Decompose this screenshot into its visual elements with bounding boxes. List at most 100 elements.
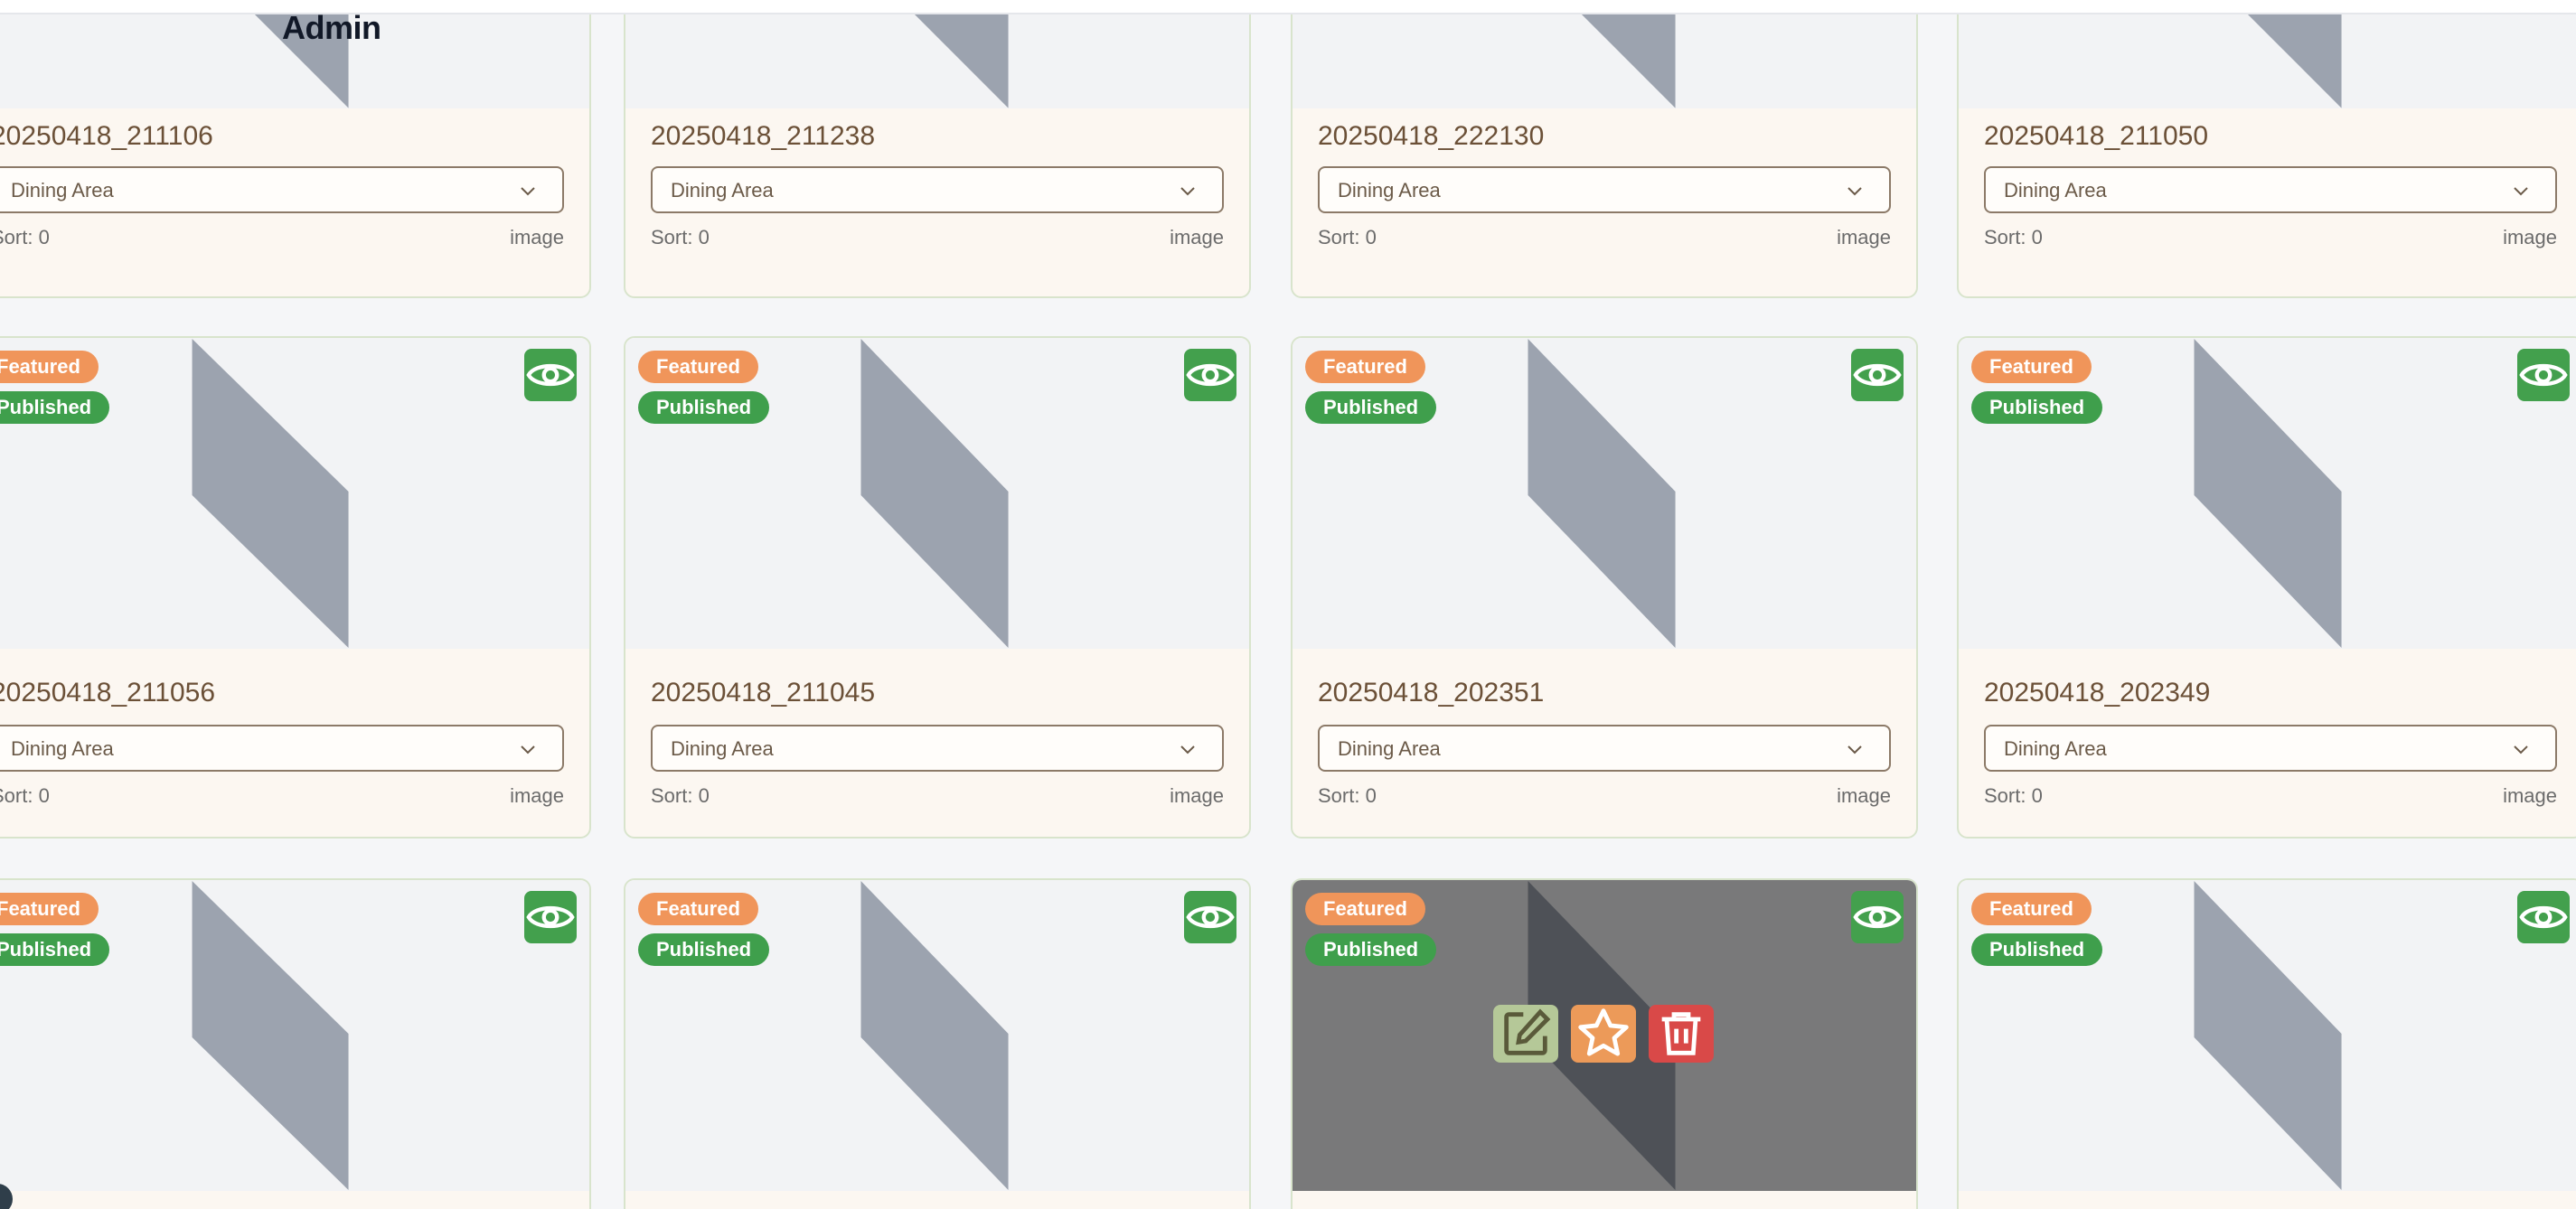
category-select-value: Dining Area <box>671 179 774 202</box>
hover-overlay <box>1293 880 1916 1191</box>
category-select-value: Dining Area <box>1338 179 1441 202</box>
view-button[interactable] <box>524 891 577 943</box>
published-badge: Published <box>0 391 110 424</box>
media-type-label: image <box>1170 226 1224 248</box>
card-title: 20250418_202349 <box>1984 678 2211 708</box>
eye-icon <box>526 905 575 929</box>
card-title: 20250418_211056 <box>0 678 216 708</box>
media-type-label: image <box>1170 784 1224 807</box>
feature-toggle-button[interactable] <box>1571 1005 1636 1063</box>
category-select-value: Dining Area <box>2004 179 2107 202</box>
eye-icon <box>1186 363 1235 387</box>
edit-icon <box>1504 1008 1551 1055</box>
published-badge: Published <box>1971 391 2103 424</box>
delete-button[interactable] <box>1649 1005 1714 1063</box>
view-button[interactable] <box>2517 349 2570 401</box>
chevron-down-icon <box>1180 187 1195 196</box>
view-button[interactable] <box>2517 891 2570 943</box>
category-select[interactable]: Dining Area <box>1984 166 2557 213</box>
card-thumbnail[interactable] <box>1293 0 1916 108</box>
sort-label: Sort: 0 <box>1984 784 2043 807</box>
featured-badge: Featured <box>1305 351 1425 383</box>
card-thumbnail[interactable] <box>1959 0 2576 108</box>
category-select[interactable]: Dining Area <box>1318 166 1891 213</box>
published-badge: Published <box>0 933 110 966</box>
media-card: 20250418_211050 Dining Area Sort: 0 imag… <box>1957 0 2576 298</box>
category-select[interactable]: Dining Area <box>651 166 1224 213</box>
view-button[interactable] <box>1184 349 1236 401</box>
card-title: 20250418_222130 <box>1318 121 1545 151</box>
eye-icon <box>2519 363 2568 387</box>
chevron-down-icon <box>2514 187 2528 196</box>
card-title: 20250418_202351 <box>1318 678 1545 708</box>
card-thumbnail[interactable]: Featured Published <box>0 338 589 649</box>
category-select[interactable]: Dining Area <box>1984 725 2557 772</box>
chevron-down-icon <box>2514 745 2528 754</box>
published-badge: Published <box>1305 933 1437 966</box>
sort-label: Sort: 0 <box>1318 784 1377 807</box>
category-select[interactable]: Dining Area <box>651 725 1224 772</box>
media-card: Featured Published 20250418_211056 Dinin… <box>0 336 591 839</box>
media-type-label: image <box>510 784 564 807</box>
sort-label: Sort: 0 <box>1984 226 2043 248</box>
view-button[interactable] <box>1184 891 1236 943</box>
category-select-value: Dining Area <box>11 179 114 202</box>
media-card: Featured Published <box>0 878 591 1209</box>
card-title: 20250418_211050 <box>1984 121 2209 151</box>
chevron-down-icon <box>1180 745 1195 754</box>
card-thumbnail[interactable]: Featured Published <box>1959 880 2576 1191</box>
card-thumbnail[interactable]: Featured Published <box>625 880 1249 1191</box>
media-card: 20250418_211238 Dining Area Sort: 0 imag… <box>624 0 1251 298</box>
media-card: Featured Published 20250418_211045 Dinin… <box>624 336 1251 839</box>
category-select-value: Dining Area <box>11 737 114 760</box>
featured-badge: Featured <box>638 351 758 383</box>
sort-label: Sort: 0 <box>1318 226 1377 248</box>
featured-badge: Featured <box>1305 893 1425 925</box>
card-thumbnail[interactable]: Featured Published <box>625 338 1249 649</box>
image-placeholder-icon <box>860 338 1009 649</box>
published-badge: Published <box>638 933 770 966</box>
card-title: 20250418_211045 <box>651 678 876 708</box>
featured-badge: Featured <box>1971 351 2092 383</box>
chevron-down-icon <box>521 745 535 754</box>
top-bar <box>0 0 2576 14</box>
card-title: 20250418_211238 <box>651 121 876 151</box>
featured-badge: Featured <box>1971 893 2092 925</box>
media-card: Featured Published <box>1291 878 1918 1209</box>
view-button[interactable] <box>1851 891 1904 943</box>
category-select[interactable]: Dining Area <box>0 166 564 213</box>
media-card: 20250418_222130 Dining Area Sort: 0 imag… <box>1291 0 1918 298</box>
card-thumbnail[interactable] <box>625 0 1249 108</box>
image-placeholder-icon <box>2194 880 2342 1191</box>
eye-icon <box>1853 363 1902 387</box>
sort-label: Sort: 0 <box>0 226 50 248</box>
category-select-value: Dining Area <box>671 737 774 760</box>
category-select-value: Dining Area <box>1338 737 1441 760</box>
sort-label: Sort: 0 <box>651 784 710 807</box>
media-type-label: image <box>2503 226 2557 248</box>
sort-label: Sort: 0 <box>651 226 710 248</box>
eye-icon <box>1186 905 1235 929</box>
media-card: Featured Published 20250418_202351 Dinin… <box>1291 336 1918 839</box>
media-type-label: image <box>1837 784 1891 807</box>
image-placeholder-icon <box>2233 0 2342 108</box>
edit-button[interactable] <box>1493 1005 1558 1063</box>
media-card: Featured Published <box>1957 878 2576 1209</box>
card-thumbnail[interactable]: Featured Published <box>1959 338 2576 649</box>
media-type-label: image <box>2503 784 2557 807</box>
published-badge: Published <box>1971 933 2103 966</box>
card-title: 20250418_211106 <box>0 121 213 151</box>
card-thumbnail[interactable]: Featured Published <box>0 880 589 1191</box>
view-button[interactable] <box>524 349 577 401</box>
view-button[interactable] <box>1851 349 1904 401</box>
image-placeholder-icon <box>2194 338 2342 649</box>
chevron-down-icon <box>1847 187 1862 196</box>
featured-badge: Featured <box>638 893 758 925</box>
category-select[interactable]: Dining Area <box>1318 725 1891 772</box>
card-thumbnail[interactable]: Featured Published <box>1293 880 1916 1191</box>
image-placeholder-icon <box>192 338 349 649</box>
media-card: Featured Published 20250418_202349 Dinin… <box>1957 336 2576 839</box>
card-thumbnail[interactable]: Featured Published <box>1293 338 1916 649</box>
category-select[interactable]: Dining Area <box>0 725 564 772</box>
star-icon <box>1578 1008 1629 1056</box>
